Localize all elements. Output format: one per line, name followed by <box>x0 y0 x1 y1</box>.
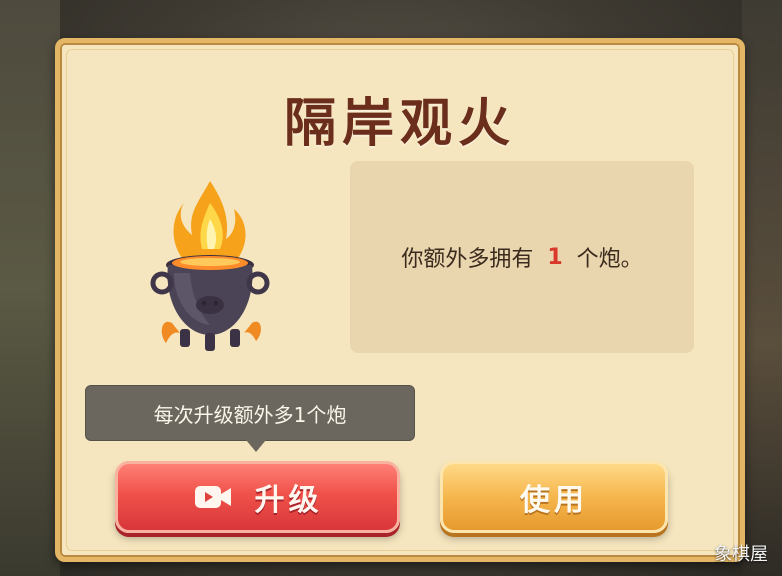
upgrade-tooltip: 每次升级额外多1个炮 <box>85 385 415 441</box>
upgrade-button[interactable]: 升级 <box>115 461 400 533</box>
use-button-label: 使用 <box>520 483 588 518</box>
dialog-title: 隔岸观火 <box>283 93 516 154</box>
background-right <box>742 0 782 576</box>
description-suffix: 个炮。 <box>576 247 643 272</box>
use-button[interactable]: 使用 <box>440 461 668 533</box>
description-box: 你额外多拥有 1 个炮。 <box>350 161 694 353</box>
upgrade-button-label: 升级 <box>254 483 323 518</box>
tooltip-arrow <box>246 440 266 452</box>
fire-cauldron-icon <box>140 173 280 358</box>
video-camera-icon <box>193 482 233 512</box>
tooltip-text: 每次升级额外多1个炮 <box>153 402 347 427</box>
background-left <box>0 0 60 576</box>
skill-dialog: 隔岸观火 你额外多拥有 1 个炮。 每次升级额外多1个炮 升级 使用 <box>55 38 745 562</box>
description-prefix: 你额外多拥有 <box>401 247 534 272</box>
extra-count: 1 <box>547 244 563 270</box>
watermark: 象棋屋 <box>714 544 768 565</box>
